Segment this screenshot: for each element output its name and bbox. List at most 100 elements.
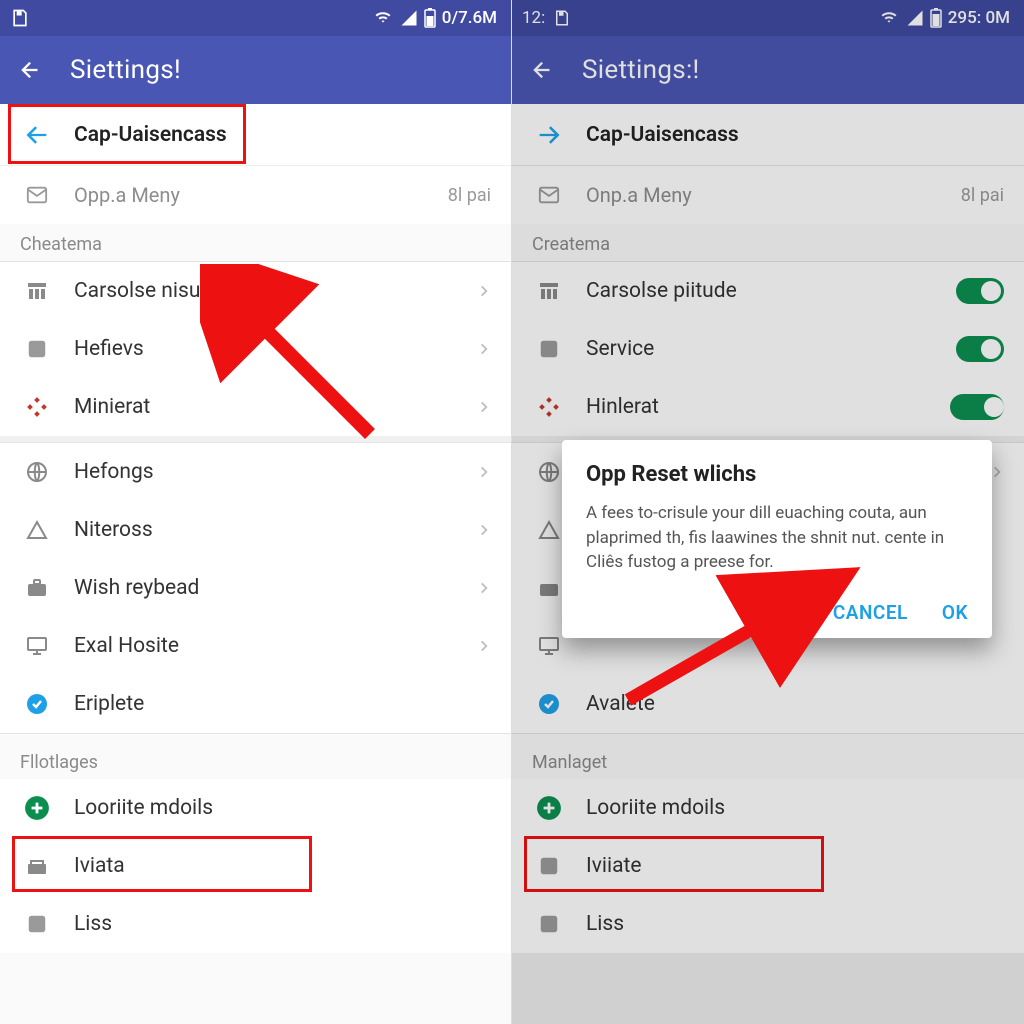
row-liss[interactable]: Liss [512,895,1024,953]
settings-list: Cap-Uaisencass Opp.a Meny 8l pai Cheatem… [0,104,511,1024]
row-mail[interactable]: Opp.a Meny 8l pai [0,166,511,224]
statusbar: 12: 295: 0M [512,0,1024,36]
chevron-right-icon [990,461,1004,483]
row-carsolse[interactable]: Carsolse piitude [512,262,1024,320]
row-iviate[interactable]: Iviiate [512,837,1024,895]
triangle-icon [20,518,54,542]
cancel-button[interactable]: CANCEL [833,601,908,624]
wifi-icon [878,9,900,27]
row-label: Exal Hosite [54,634,477,658]
row-looriite[interactable]: Looriite mdoils [512,779,1024,837]
row-right: 8l pai [961,185,1004,206]
monitor-icon [532,634,566,658]
row-hefievs[interactable]: Hefievs [0,320,511,378]
page-title: Siettings:! [582,55,700,85]
arrow-right-blue-icon [532,121,566,149]
row-minierat[interactable]: Minierat [0,378,511,436]
briefcase-icon [20,576,54,600]
row-label: Avalete [566,692,1004,716]
row-cap[interactable]: Cap-Uaisencass [512,104,1024,166]
mail-icon [20,184,54,206]
row-label: Eriplete [54,692,491,716]
row-hinlerat[interactable]: Hinlerat [512,378,1024,436]
plus-circle-icon [532,795,566,821]
row-iviata[interactable]: Iviata [0,837,511,895]
chevron-right-icon [477,280,491,302]
statusbar: 0/7.6M [0,0,511,36]
section-header: Fllotlages [0,734,511,779]
chevron-right-icon [477,577,491,599]
row-exal[interactable]: Exal Hosite [0,617,511,675]
arrow-left-blue-icon [20,121,54,149]
globe-icon [532,460,566,484]
screenshot-left: 0/7.6M Siettings! Cap-Uaisencass Opp.a M… [0,0,512,1024]
row-label: Carsolse piitude [566,279,956,303]
row-hefongs[interactable]: Hefongs [0,443,511,501]
battery-icon [930,8,942,28]
chevron-right-icon [477,338,491,360]
square-icon [532,338,566,360]
row-label: Hefievs [54,337,477,361]
monitor-icon [20,634,54,658]
row-eriplete[interactable]: Eriplete [0,675,511,733]
screenshot-right: 12: 295: 0M Siettings:! Cap-Uaisencass O… [512,0,1024,1024]
row-mail[interactable]: Onp.a Meny 8l pai [512,166,1024,224]
status-time: 12: [522,8,545,28]
ok-button[interactable]: OK [942,601,968,624]
chevron-right-icon [477,519,491,541]
check-circle-icon [532,692,566,716]
row-label: Opp.a Meny [54,183,448,207]
section-header: Manlaget [512,734,1024,779]
chevron-right-icon [477,635,491,657]
row-label: Liss [54,912,491,936]
row-right: 8l pai [448,185,491,206]
check-circle-icon [20,692,54,716]
row-looriite[interactable]: Looriite mdoils [0,779,511,837]
store-icon [532,279,566,303]
status-right-text: 0/7.6M [442,8,497,28]
save-icon [10,8,30,28]
row-carsolse[interactable]: Carsolse nisuds [0,262,511,320]
toggle-switch[interactable] [956,336,1004,362]
row-label: Wish reybead [54,576,477,600]
store-icon [20,279,54,303]
diamond-dots-icon [20,395,54,419]
toolbox-icon [20,854,54,878]
square-icon [532,913,566,935]
row-label: Hefongs [54,460,477,484]
square-icon [20,338,54,360]
appbar: Siettings! [0,36,511,104]
row-label: Carsolse nisuds [54,279,477,303]
back-icon[interactable] [530,57,556,83]
row-label: Iviiate [566,854,1004,878]
row-label: Minierat [54,395,477,419]
row-label: Looriite mdoils [566,796,1004,820]
briefcase-icon [532,576,566,600]
chevron-right-icon [477,396,491,418]
row-avalete[interactable]: Avalete [512,675,1024,733]
mail-icon [532,184,566,206]
toggle-switch[interactable] [950,394,1004,420]
row-label: Cap-Uaisencass [566,123,1004,147]
row-label: Cap-Uaisencass [54,123,491,147]
back-icon[interactable] [18,57,44,83]
row-label: Liss [566,912,1004,936]
confirm-dialog: Opp Reset wlichs A fees to-crisule your … [562,440,992,638]
row-service[interactable]: Service [512,320,1024,378]
toggle-switch[interactable] [956,278,1004,304]
row-wish[interactable]: Wish reybead [0,559,511,617]
appbar: Siettings:! [512,36,1024,104]
row-niteross[interactable]: Niteross [0,501,511,559]
row-cap[interactable]: Cap-Uaisencass [0,104,511,166]
battery-icon [424,8,436,28]
row-label: Iviata [54,854,491,878]
row-label: Onp.a Meny [566,183,961,207]
save-icon [553,9,571,27]
wifi-icon [372,9,394,27]
row-liss[interactable]: Liss [0,895,511,953]
signal-icon [906,9,924,27]
row-label: Hinlerat [566,395,950,419]
diamond-dots-icon [532,395,566,419]
signal-icon [400,9,418,27]
section-header: Createma [512,224,1024,261]
